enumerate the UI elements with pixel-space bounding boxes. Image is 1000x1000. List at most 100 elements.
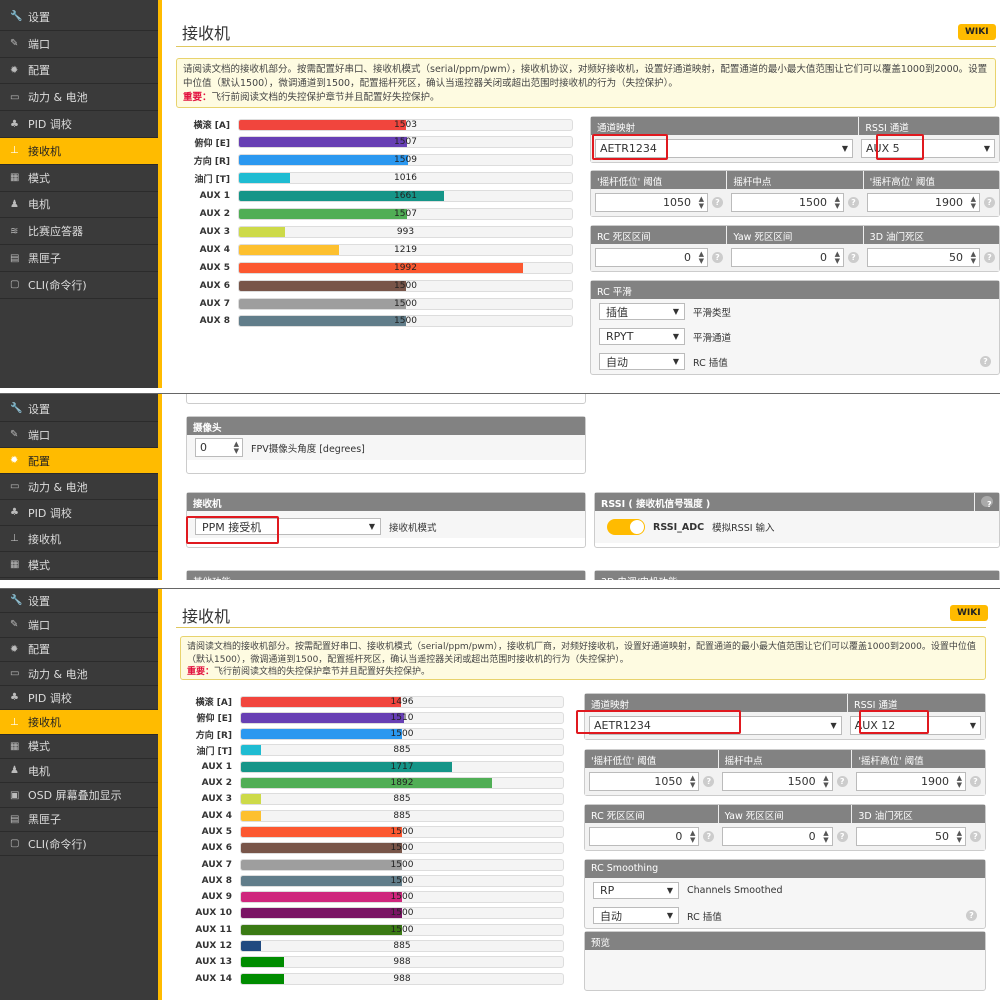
sidebar-item-5[interactable]: ⊥ 接收机 bbox=[0, 137, 158, 165]
channel-label: AUX 6 bbox=[199, 280, 230, 291]
channel-row: AUX 1 1717 bbox=[180, 760, 564, 773]
channel-value: 885 bbox=[393, 794, 411, 805]
channel-bar: 1016 bbox=[238, 172, 573, 185]
gear-icon: ✹ bbox=[10, 643, 19, 655]
sidebar-item-label: 设置 bbox=[28, 10, 50, 24]
channel-bar: 993 bbox=[238, 225, 573, 238]
sidebar-item-6[interactable]: ▦ 模式 bbox=[0, 735, 158, 760]
sidebar-item-7[interactable]: ♟ 电机 bbox=[0, 192, 158, 219]
channel-label: 方向 [R] bbox=[193, 156, 230, 167]
stick-input[interactable]: 1900 ▲ ▼ bbox=[855, 772, 966, 791]
help-icon[interactable]: ? bbox=[836, 776, 848, 787]
channel-value: 1507 bbox=[394, 209, 417, 219]
deadband-input[interactable]: 50 ▲ ▼ bbox=[855, 827, 966, 846]
sidebar-item-3[interactable]: ▭ 动力 & 电池 bbox=[0, 662, 158, 687]
deadband-input[interactable]: 0 ▲ ▼ bbox=[731, 248, 844, 267]
help-icon[interactable]: ? bbox=[712, 252, 723, 263]
sidebar-item-5[interactable]: ⊥ 接收机 bbox=[0, 526, 158, 552]
help-icon[interactable]: ? bbox=[980, 356, 991, 367]
sidebar-item-8[interactable]: ▣ OSD 屏幕叠加显示 bbox=[0, 783, 158, 808]
help-icon[interactable]: ? bbox=[848, 197, 859, 208]
smoothing-select[interactable]: 自动 ▼ bbox=[599, 353, 685, 370]
channel-row: AUX 13 988 bbox=[180, 956, 564, 969]
sidebar-item-0[interactable]: 🔧 设置 bbox=[0, 396, 158, 422]
sidebar-item-7[interactable]: ♟ 电机 bbox=[0, 759, 158, 784]
camera-angle-input[interactable]: 0 ▲ ▼ bbox=[195, 438, 243, 457]
plug-icon: ✎ bbox=[10, 38, 19, 50]
preview-panel: 预览 bbox=[584, 931, 986, 991]
rssi-panel: RSSI ( 接收机信号强度 )? RSSI_ADC 模拟RSSI 输入 bbox=[594, 492, 1000, 548]
sidebar-item-1[interactable]: ✎ 端口 bbox=[0, 422, 158, 448]
sidebar-item-6[interactable]: ▦ 模式 bbox=[0, 165, 158, 192]
rssi-adc-toggle[interactable] bbox=[607, 519, 645, 535]
stick-input[interactable]: 1900 ▲ ▼ bbox=[867, 193, 980, 212]
channel-bar: 1507 bbox=[238, 208, 573, 220]
sidebar-item-8[interactable]: ≋ 比赛应答器 bbox=[0, 218, 158, 246]
smoothing-select[interactable]: RPYT ▼ bbox=[599, 328, 685, 345]
channel-value: 1500 bbox=[394, 298, 417, 309]
smoothing-select[interactable]: RP ▼ bbox=[593, 882, 679, 899]
smoothing-label: RC 插值 bbox=[687, 911, 722, 923]
channel-value: 1500 bbox=[390, 908, 414, 919]
help-icon[interactable]: ? bbox=[848, 252, 859, 263]
help-icon[interactable]: ? bbox=[836, 831, 848, 842]
gear-icon: ✹ bbox=[10, 64, 19, 76]
sidebar-item-0[interactable]: 🔧 设置 bbox=[0, 589, 158, 614]
help-icon[interactable]: ? bbox=[703, 831, 715, 842]
sidebar-item-4[interactable]: ♣ PID 调校 bbox=[0, 111, 158, 138]
wiki-button[interactable]: WIKI bbox=[958, 24, 996, 40]
sidebar-item-10[interactable]: ▢ CLI(命令行) bbox=[0, 272, 158, 299]
sidebar-item-9[interactable]: ▤ 黑匣子 bbox=[0, 808, 158, 832]
sidebar-item-1[interactable]: ✎ 端口 bbox=[0, 31, 158, 58]
sidebar-item-label: 电机 bbox=[28, 198, 50, 212]
config-tab-screenshot: 🔧 设置 ✎ 端口 ✹ 配置 ▭ 动力 & 电池 ♣ PID 调校 ⊥ 接收机 ▦ 模式 摄像头 0 ▲ ▼ F… bbox=[0, 393, 1000, 580]
wiki-button[interactable]: WIKI bbox=[950, 605, 988, 621]
channel-value: 1509 bbox=[394, 155, 417, 166]
sidebar-item-10[interactable]: ▢ CLI(命令行) bbox=[0, 832, 158, 857]
modes-icon: ▦ bbox=[10, 559, 20, 570]
sidebar-item-label: 黑匣子 bbox=[28, 252, 61, 266]
sidebar-item-1[interactable]: ✎ 端口 bbox=[0, 613, 158, 638]
channel-bar: 885 bbox=[240, 793, 564, 806]
channel-value: 1219 bbox=[394, 244, 417, 255]
help-icon[interactable]: ? bbox=[984, 197, 995, 208]
stick-input[interactable]: 1050 ▲ ▼ bbox=[589, 772, 700, 791]
deadband-input[interactable]: 0 ▲ ▼ bbox=[589, 827, 700, 846]
stick-input[interactable]: 1500 ▲ ▼ bbox=[722, 772, 833, 791]
help-icon[interactable]: ? bbox=[969, 776, 981, 787]
sidebar-item-3[interactable]: ▭ 动力 & 电池 bbox=[0, 474, 158, 500]
sidebar-item-2[interactable]: ✹ 配置 bbox=[0, 58, 158, 85]
sidebar-item-4[interactable]: ♣ PID 调校 bbox=[0, 686, 158, 711]
help-icon[interactable]: ? bbox=[712, 197, 723, 208]
help-icon[interactable]: ? bbox=[984, 252, 995, 263]
sidebar-item-3[interactable]: ▭ 动力 & 电池 bbox=[0, 84, 158, 112]
sidebar-item-0[interactable]: 🔧 设置 bbox=[0, 4, 158, 31]
channel-label: AUX 2 bbox=[199, 209, 230, 219]
help-icon[interactable]: ? bbox=[703, 776, 715, 787]
sidebar-item-9[interactable]: ▤ 黑匣子 bbox=[0, 245, 158, 272]
deadband-input[interactable]: 0 ▲ ▼ bbox=[722, 827, 833, 846]
channel-value: 1500 bbox=[390, 892, 414, 903]
channel-value: 1892 bbox=[390, 778, 414, 788]
receiver-tab-screenshot-1: 🔧 设置 ✎ 端口 ✹ 配置 ▭ 动力 & 电池 ♣ PID 调校 ⊥ 接收机 ▦ 模式 ♟ 电机 ≋ 比赛应答器… bbox=[0, 0, 1000, 388]
sidebar-item-6[interactable]: ▦ 模式 bbox=[0, 552, 158, 578]
channel-row: 油门 [T] 885 bbox=[180, 744, 564, 757]
channel-bar: 1500 bbox=[240, 858, 564, 871]
sidebar-item-4[interactable]: ♣ PID 调校 bbox=[0, 500, 158, 526]
help-icon[interactable]: ? bbox=[966, 910, 977, 921]
rssi-channel-label: RSSI 通道 bbox=[865, 123, 909, 134]
sidebar-item-2[interactable]: ✹ 配置 bbox=[0, 638, 158, 662]
stick-input[interactable]: 1050 ▲ ▼ bbox=[595, 193, 708, 212]
channel-label: AUX 1 bbox=[201, 761, 232, 772]
sidebar-item-label: 设置 bbox=[28, 402, 50, 416]
help-icon[interactable]: ? bbox=[969, 831, 981, 842]
smoothing-select[interactable]: 插值 ▼ bbox=[599, 303, 685, 320]
deadband-input[interactable]: 50 ▲ ▼ bbox=[867, 248, 980, 267]
smoothing-select[interactable]: 自动 ▼ bbox=[593, 907, 679, 924]
sidebar-item-5[interactable]: ⊥ 接收机 bbox=[0, 710, 158, 735]
channel-map-label: 通道映射 bbox=[591, 117, 860, 135]
sidebar-item-2[interactable]: ✹ 配置 bbox=[0, 448, 158, 474]
config-content: 摄像头 0 ▲ ▼ FPV摄像头角度 [degrees] 接收机 PPM 接受机 ▼ 接收… bbox=[166, 394, 1000, 580]
deadband-input[interactable]: 0 ▲ ▼ bbox=[595, 248, 708, 267]
stick-input[interactable]: 1500 ▲ ▼ bbox=[731, 193, 844, 212]
